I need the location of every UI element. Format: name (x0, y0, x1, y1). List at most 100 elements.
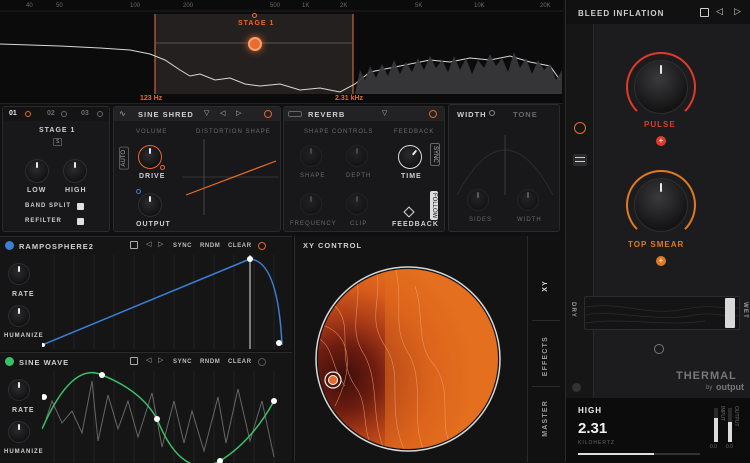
tab-tone[interactable]: TONE (513, 110, 538, 119)
input-meter (714, 408, 718, 442)
tab-stage-01[interactable]: 01 (9, 110, 17, 117)
xy-title: XY CONTROL (303, 241, 363, 250)
mod2-rndm-button[interactable]: RNDM (200, 359, 220, 365)
drive-knob[interactable] (138, 145, 162, 169)
reverb-power-icon[interactable] (429, 110, 437, 118)
high-knob[interactable] (63, 159, 87, 183)
output-meter (728, 408, 732, 442)
reverb-title: REVERB (308, 110, 346, 119)
tab-effects[interactable]: EFFECTS (542, 336, 549, 376)
mod1-save-icon[interactable] (130, 241, 138, 249)
input-value: 0.0 (710, 444, 717, 450)
top-smear-label: TOP SMEAR (628, 240, 685, 249)
width-label: WIDTH (517, 217, 542, 223)
time-knob[interactable] (398, 145, 422, 169)
brand-by: by (706, 385, 713, 391)
stage-02-indicator-icon (61, 111, 67, 117)
reverb-panel: REVERB ▽ SHAPE CONTROLS FEEDBACK SHAPE D… (283, 106, 445, 232)
low-label: LOW (27, 187, 47, 194)
prev-preset-icon[interactable]: ◁ (716, 6, 723, 17)
dry-wet-thumb[interactable] (725, 298, 735, 328)
clip-knob[interactable] (346, 193, 368, 215)
xy-pad[interactable] (315, 266, 501, 452)
mod2-icon (5, 357, 14, 366)
preset-header: BLEED INFLATION ◁ ▷ (566, 0, 750, 24)
depth-knob[interactable] (346, 145, 368, 167)
low-knob[interactable] (25, 159, 49, 183)
mod2-clear-button[interactable]: CLEAR (228, 359, 252, 365)
sides-knob[interactable] (467, 189, 489, 211)
distortion-shape-graph[interactable] (182, 139, 278, 215)
feedback-header-label: FEEDBACK (394, 129, 435, 135)
tab-master[interactable]: MASTER (542, 400, 549, 437)
mod1-prev-icon[interactable]: ◁ (146, 240, 151, 248)
help-icon[interactable] (572, 383, 581, 392)
output-knob[interactable] (138, 193, 162, 217)
mod1-humanize-label: HUMANIZE (4, 333, 44, 339)
next-preset-icon[interactable]: ▷ (734, 6, 741, 17)
pulse-add-icon[interactable]: + (656, 136, 666, 146)
output-value: 0.0 (726, 444, 733, 450)
mod1-clear-button[interactable]: CLEAR (228, 243, 252, 249)
mod2-power-icon[interactable] (258, 358, 266, 366)
tab-width[interactable]: WIDTH (457, 110, 487, 119)
waveform-icon: ∿ (119, 109, 126, 118)
band-split-label: BAND SPLIT (25, 203, 71, 209)
auto-button[interactable]: AUTO (119, 147, 129, 170)
refilter-checkbox[interactable] (77, 218, 84, 225)
readout-bar (578, 453, 700, 455)
stage-handle[interactable] (248, 37, 262, 51)
side-strip (566, 24, 594, 398)
dry-wet-slider[interactable] (584, 296, 740, 330)
save-preset-icon[interactable] (700, 8, 709, 17)
volume-label: VOLUME (136, 129, 168, 135)
mod1-curve-editor[interactable] (42, 255, 292, 349)
tab-xy[interactable]: XY (542, 280, 549, 292)
mod2-rate-knob[interactable] (8, 379, 30, 401)
feedback-diamond-icon[interactable] (403, 206, 415, 218)
shape-label: SHAPE (300, 173, 326, 179)
bypass-icon[interactable] (654, 344, 664, 354)
prev-preset-icon[interactable]: ◁ (220, 109, 225, 117)
mod2-prev-icon[interactable]: ◁ (146, 356, 151, 364)
mod2-save-icon[interactable] (130, 357, 138, 365)
spectrum-analyzer[interactable]: 40 50 100 200 500 1K 2K 5K 10K 20K STAGE… (0, 0, 563, 104)
mod1-rate-knob[interactable] (8, 263, 30, 285)
shape-knob[interactable] (300, 145, 322, 167)
sine-shred-power-icon[interactable] (264, 110, 272, 118)
mod1-power-icon[interactable] (258, 242, 266, 250)
readout-bar-fill (578, 453, 654, 455)
top-smear-knob[interactable] (634, 178, 688, 232)
macro-target-icon[interactable] (574, 122, 586, 134)
stage-tabs: 01 02 03 (3, 107, 109, 121)
mod1-humanize-knob[interactable] (8, 305, 30, 327)
mod1-rndm-button[interactable]: RNDM (200, 243, 220, 249)
chevron-down-icon[interactable]: ▽ (382, 109, 387, 117)
mod2-next-icon[interactable]: ▷ (158, 356, 163, 364)
xy-side-tabs: XY EFFECTS MASTER (527, 236, 563, 462)
pulse-knob[interactable] (634, 60, 688, 114)
preset-name[interactable]: BLEED INFLATION (578, 9, 664, 18)
next-preset-icon[interactable]: ▷ (236, 109, 241, 117)
chevron-down-icon[interactable]: ▽ (204, 109, 209, 117)
mod2-humanize-knob[interactable] (8, 421, 30, 443)
mod2-curve-editor[interactable] (42, 371, 292, 463)
pulse-label: PULSE (644, 120, 676, 129)
band-split-checkbox[interactable] (77, 203, 84, 210)
tab-stage-03[interactable]: 03 (81, 110, 89, 117)
sync-button[interactable]: SYNC (430, 143, 440, 166)
mod1-sync-button[interactable]: SYNC (173, 243, 192, 249)
top-smear-add-icon[interactable]: + (656, 256, 666, 266)
macro-settings-icon[interactable] (573, 154, 587, 166)
stage-marker-icon (252, 13, 257, 18)
follow-button[interactable]: FOLLOW (430, 191, 438, 221)
tab-stage-02[interactable]: 02 (47, 110, 55, 117)
frequency-knob[interactable] (300, 193, 322, 215)
width-knob[interactable] (517, 189, 539, 211)
mod2-sync-button[interactable]: SYNC (173, 359, 192, 365)
low-frequency-readout: 123 Hz (140, 95, 163, 102)
wet-label: WET (742, 302, 748, 319)
solo-button[interactable]: S (53, 138, 63, 146)
mod1-next-icon[interactable]: ▷ (158, 240, 163, 248)
stage-title: STAGE 1 (39, 127, 76, 134)
